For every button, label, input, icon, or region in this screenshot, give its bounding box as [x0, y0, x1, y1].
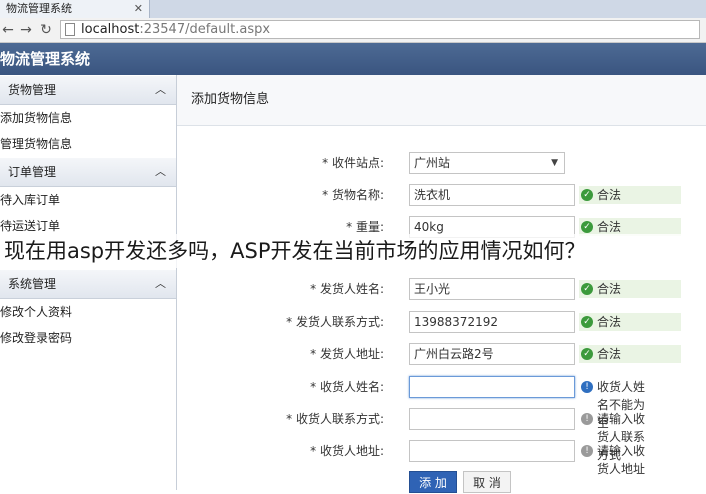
goods-name-input[interactable]: 洗衣机 — [409, 184, 575, 206]
chevron-up-icon[interactable]: ︿ — [155, 158, 166, 186]
station-value: 广州站 — [414, 156, 451, 170]
check-icon: ✓ — [581, 316, 593, 328]
sender-address-label: * 发货人地址: — [310, 347, 384, 361]
receiver-address-input[interactable] — [409, 440, 575, 462]
sender-name-status-text: 合法 — [597, 282, 622, 296]
sender-address-status-text: 合法 — [597, 347, 622, 361]
sidebar-item-add-goods[interactable]: 添加货物信息 — [0, 105, 176, 131]
goods-name-status: ✓ 合法 — [579, 186, 682, 204]
close-tab-icon[interactable]: ✕ — [134, 0, 143, 18]
sidebar-item-manage-goods[interactable]: 管理货物信息 — [0, 131, 176, 157]
sidebar: 货物管理 ︿ 添加货物信息 管理货物信息 订单管理 ︿ 待入库订单 待运送订单 … — [0, 75, 177, 490]
receiver-phone-input[interactable] — [409, 408, 575, 430]
forward-icon[interactable]: → — [18, 20, 34, 40]
weight-status-text: 合法 — [597, 220, 622, 234]
form-row-receiver-address: * 收货人地址: ! 请输入收货人地址 — [177, 438, 706, 476]
sender-name-input[interactable]: 王小光 — [409, 278, 575, 300]
form-row-sender-name: * 发货人姓名: 王小光 ✓ 合法 — [177, 276, 706, 302]
check-icon: ✓ — [581, 189, 593, 201]
sidebar-section-label: 订单管理 — [8, 165, 57, 179]
main-panel: 添加货物信息 * 收件站点: 广州站 ▼ * 货物名称: 洗衣机 ✓ 合法 * 重… — [177, 75, 706, 493]
dropdown-arrow-icon: ▼ — [551, 158, 558, 168]
goods-name-label: * 货物名称: — [322, 188, 384, 202]
address-bar[interactable]: localhost:23547/default.aspx — [60, 20, 700, 39]
form-row-sender-phone: * 发货人联系方式: 13988372192 ✓ 合法 — [177, 309, 706, 335]
station-label: * 收件站点: — [322, 156, 384, 170]
sender-address-status: ✓ 合法 — [579, 345, 682, 363]
sidebar-section-system[interactable]: 系统管理 ︿ — [0, 269, 176, 299]
overlay-caption: 现在用asp开发还多吗，ASP开发在当前市场的应用情况如何？ — [0, 234, 706, 268]
check-icon: ✓ — [581, 283, 593, 295]
sender-phone-status-text: 合法 — [597, 315, 622, 329]
browser-tab-title: 物流管理系统 — [6, 2, 72, 15]
sidebar-section-goods[interactable]: 货物管理 ︿ — [0, 75, 176, 105]
back-icon[interactable]: ← — [0, 20, 16, 40]
browser-tab[interactable]: 物流管理系统 ✕ — [0, 0, 150, 18]
sidebar-section-orders[interactable]: 订单管理 ︿ — [0, 157, 176, 187]
app-header: 物流管理系统 — [0, 43, 706, 75]
receiver-address-status: ! 请输入收货人地址 — [579, 442, 706, 476]
receiver-phone-label: * 收货人联系方式: — [286, 412, 384, 426]
sidebar-section-label: 货物管理 — [8, 83, 57, 97]
sender-phone-label: * 发货人联系方式: — [286, 315, 384, 329]
page-title: 添加货物信息 — [177, 75, 706, 126]
sidebar-section-label: 系统管理 — [8, 277, 57, 291]
url-path: :23547/default.aspx — [139, 22, 271, 37]
sender-phone-status: ✓ 合法 — [579, 313, 682, 331]
sender-name-label: * 发货人姓名: — [310, 282, 384, 296]
sidebar-item-change-password[interactable]: 修改登录密码 — [0, 325, 176, 351]
receiver-phone-status: ! 请输入收货人联系方式 — [579, 410, 706, 462]
info-icon: ! — [581, 445, 593, 457]
app-title: 物流管理系统 — [0, 50, 91, 68]
info-icon: ! — [581, 413, 593, 425]
chevron-up-icon[interactable]: ︿ — [155, 76, 166, 104]
page-icon — [65, 23, 75, 36]
sender-name-status: ✓ 合法 — [579, 280, 682, 298]
goods-name-status-text: 合法 — [597, 188, 622, 202]
chevron-up-icon[interactable]: ︿ — [155, 270, 166, 298]
info-icon: ! — [581, 381, 593, 393]
form-row-receiver-phone: * 收货人联系方式: ! 请输入收货人联系方式 — [177, 406, 706, 462]
receiver-address-label: * 收货人地址: — [310, 444, 384, 458]
sidebar-item-pending-storage[interactable]: 待入库订单 — [0, 187, 176, 213]
form-row-station: * 收件站点: 广州站 ▼ — [177, 150, 706, 176]
sender-address-input[interactable]: 广州白云路2号 — [409, 343, 575, 365]
form-row-goods-name: * 货物名称: 洗衣机 ✓ 合法 — [177, 182, 706, 208]
sidebar-item-edit-profile[interactable]: 修改个人资料 — [0, 299, 176, 325]
receiver-address-status-text: 请输入收货人地址 — [597, 444, 646, 476]
receiver-name-status: ! 收货人姓名不能为空 — [579, 378, 706, 430]
form-row-sender-address: * 发货人地址: 广州白云路2号 ✓ 合法 — [177, 341, 706, 367]
browser-toolbar: ← → ↻ localhost:23547/default.aspx — [0, 18, 706, 43]
url-text: localhost:23547/default.aspx — [81, 21, 270, 39]
browser-tab-bar: 物流管理系统 ✕ — [0, 0, 706, 18]
sender-phone-input[interactable]: 13988372192 — [409, 311, 575, 333]
receiver-name-label: * 收货人姓名: — [310, 380, 384, 394]
check-icon: ✓ — [581, 348, 593, 360]
check-icon: ✓ — [581, 221, 593, 233]
station-select[interactable]: 广州站 ▼ — [409, 152, 565, 174]
form-row-receiver-name: * 收货人姓名: ! 收货人姓名不能为空 — [177, 374, 706, 430]
reload-icon[interactable]: ↻ — [38, 20, 54, 40]
receiver-name-input[interactable] — [409, 376, 575, 398]
url-host: localhost — [81, 22, 140, 37]
